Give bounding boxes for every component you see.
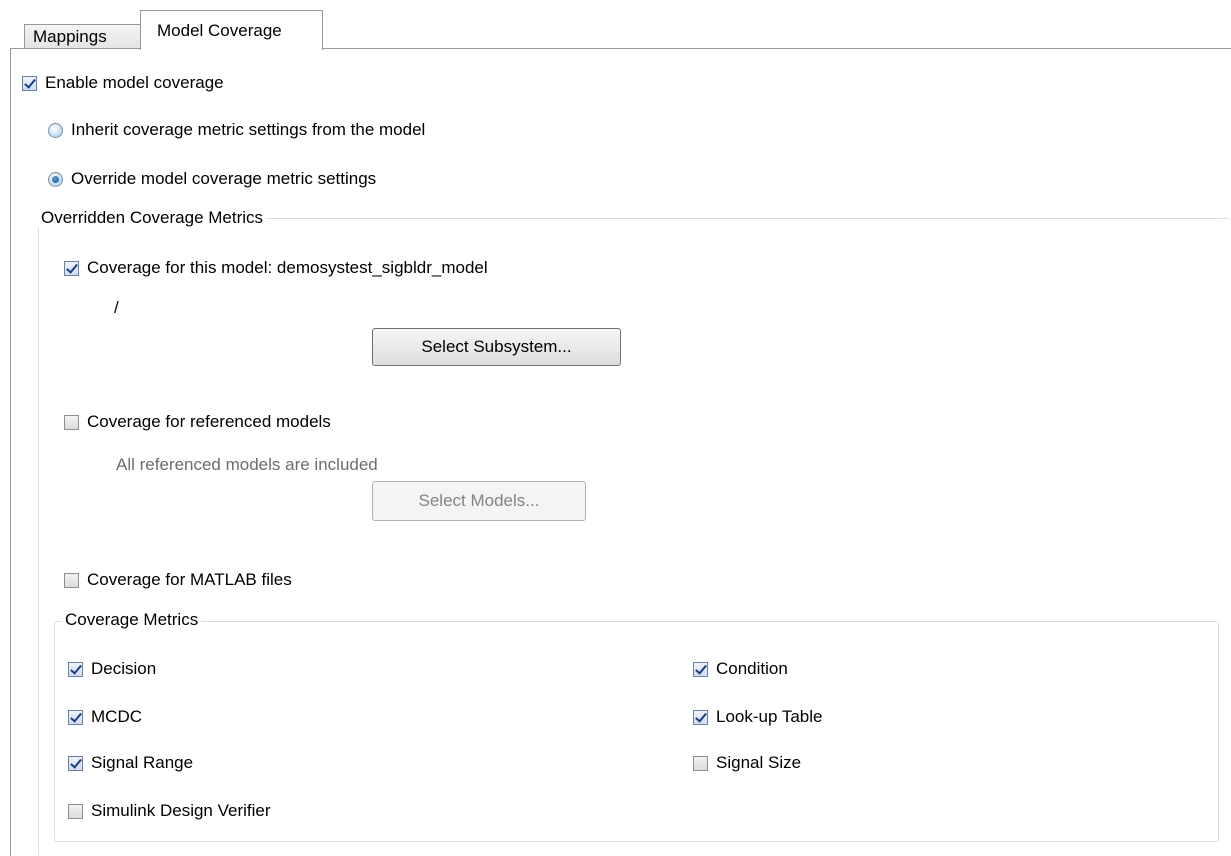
metric-simulink-design-verifier-check[interactable] — [68, 803, 83, 819]
metric-lookup-table-label: Look-up Table — [716, 707, 823, 726]
metric-signal-range-label: Signal Range — [91, 753, 194, 772]
override-settings-label: Override model coverage metric settings — [71, 169, 377, 188]
tab-model-coverage-label: Model Coverage — [157, 20, 282, 40]
coverage-this-model-label: Coverage for this model: demosystest_sig… — [87, 258, 488, 277]
coverage-referenced-models-checkbox[interactable]: Coverage for referenced models — [64, 412, 331, 432]
coverage-matlab-files-label: Coverage for MATLAB files — [87, 570, 292, 589]
tab-model-coverage[interactable]: Model Coverage — [140, 10, 323, 50]
enable-model-coverage-check[interactable] — [22, 75, 37, 91]
coverage-this-model-checkbox[interactable]: Coverage for this model: demosystest_sig… — [64, 258, 488, 278]
referenced-models-note: All referenced models are included — [116, 455, 378, 474]
metric-condition-check[interactable] — [693, 661, 708, 677]
metric-lookup-table-checkbox[interactable]: Look-up Table — [693, 707, 823, 727]
metric-mcdc-label: MCDC — [91, 707, 142, 726]
coverage-matlab-files-checkbox[interactable]: Coverage for MATLAB files — [64, 570, 292, 590]
metric-mcdc-check[interactable] — [68, 709, 83, 725]
tab-bar: Mappings Model Coverage — [10, 10, 1231, 50]
subsystem-path: / — [114, 298, 119, 317]
inherit-settings-radio-button[interactable] — [48, 122, 63, 138]
metric-signal-size-label: Signal Size — [716, 753, 802, 772]
metric-signal-size-check[interactable] — [693, 755, 708, 771]
metric-condition-checkbox[interactable]: Condition — [693, 659, 788, 679]
select-models-button[interactable]: Select Models... — [372, 481, 586, 521]
coverage-referenced-models-check[interactable] — [64, 414, 79, 430]
metric-lookup-table-check[interactable] — [693, 709, 708, 725]
metric-signal-range-checkbox[interactable]: Signal Range — [68, 753, 193, 773]
select-subsystem-button[interactable]: Select Subsystem... — [372, 328, 621, 366]
metric-simulink-design-verifier-checkbox[interactable]: Simulink Design Verifier — [68, 801, 271, 821]
metric-mcdc-checkbox[interactable]: MCDC — [68, 707, 142, 727]
override-settings-radio-button[interactable] — [48, 171, 63, 187]
coverage-matlab-files-check[interactable] — [64, 572, 79, 588]
enable-model-coverage-label: Enable model coverage — [45, 73, 224, 92]
metric-signal-range-check[interactable] — [68, 755, 83, 771]
metric-condition-label: Condition — [716, 659, 788, 678]
coverage-metrics-title: Coverage Metrics — [62, 610, 202, 630]
overridden-coverage-metrics-title: Overridden Coverage Metrics — [38, 208, 267, 228]
inherit-settings-label: Inherit coverage metric settings from th… — [71, 120, 426, 139]
panel-border — [10, 48, 11, 856]
coverage-referenced-models-label: Coverage for referenced models — [87, 412, 331, 431]
override-settings-radio[interactable]: Override model coverage metric settings — [48, 169, 376, 189]
coverage-this-model-check[interactable] — [64, 260, 79, 276]
metric-simulink-design-verifier-label: Simulink Design Verifier — [91, 801, 271, 820]
tab-mappings[interactable]: Mappings — [24, 24, 141, 49]
tab-mappings-label: Mappings — [33, 27, 107, 46]
model-coverage-panel: Mappings Model Coverage Enable model cov… — [0, 0, 1231, 856]
metric-decision-check[interactable] — [68, 661, 83, 677]
enable-model-coverage-checkbox[interactable]: Enable model coverage — [22, 73, 224, 93]
inherit-settings-radio[interactable]: Inherit coverage metric settings from th… — [48, 120, 425, 140]
metric-decision-label: Decision — [91, 659, 157, 678]
metric-signal-size-checkbox[interactable]: Signal Size — [693, 753, 801, 773]
metric-decision-checkbox[interactable]: Decision — [68, 659, 156, 679]
